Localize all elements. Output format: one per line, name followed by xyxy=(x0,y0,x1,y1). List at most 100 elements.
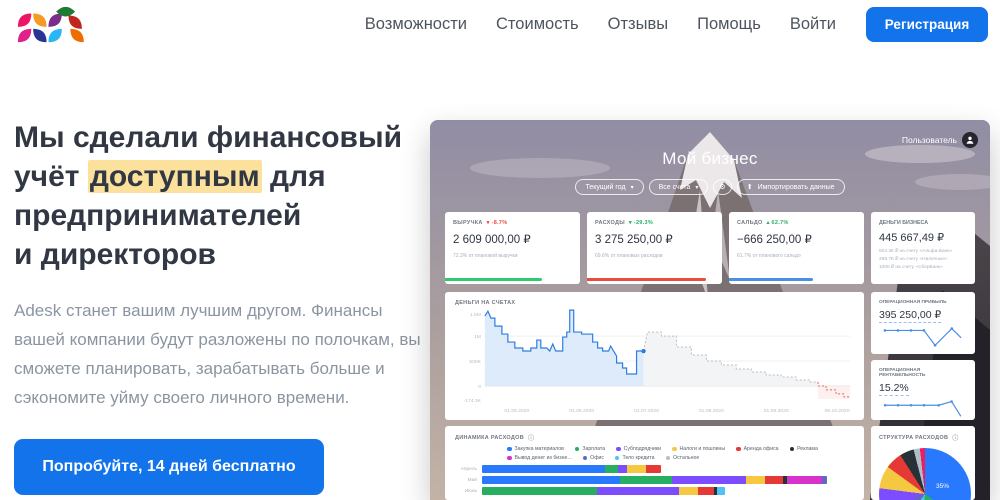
legend-item: Вывод денег из бизне... xyxy=(507,455,572,461)
svg-text:06.10.2020: 06.10.2020 xyxy=(825,408,850,414)
legend-dot-icon xyxy=(736,446,741,452)
legend-dot-icon xyxy=(507,446,512,452)
period-select-value: Текущий год xyxy=(585,183,626,191)
operating-profit-card: ОПЕРАЦИОННАЯ ПРИБЫЛЬ 395 250,00 ₽ xyxy=(871,292,975,354)
card-label: ДЕНЬГИ БИЗНЕСА xyxy=(879,220,929,226)
kpi-progress-bar xyxy=(729,277,813,281)
stacked-bar xyxy=(482,465,854,473)
svg-text:1M: 1M xyxy=(474,334,481,340)
kpi-row: ВЫРУЧКА ▾ -8.7% 2 609 000,00 ₽ 72.3% от … xyxy=(445,212,864,284)
bar-segment xyxy=(822,476,827,484)
bar-segment xyxy=(717,487,725,495)
legend-item: Тело кредита xyxy=(614,455,655,461)
user-label: Пользователь xyxy=(901,135,957,145)
bar-segment xyxy=(679,487,698,495)
info-icon: ⓘ xyxy=(528,436,535,442)
kpi-subtitle: 69.6% от плановых расходов xyxy=(595,253,663,259)
kpi-progress-bar xyxy=(445,277,543,281)
accounts-select-value: Все счета xyxy=(658,183,691,191)
svg-text:01.07.2020: 01.07.2020 xyxy=(634,408,659,414)
account-line: 1000 ₽ на счету «СберБанк» xyxy=(879,265,943,270)
adesk-logo-icon[interactable] xyxy=(14,4,102,46)
nav-item-help[interactable]: Помощь xyxy=(697,15,761,34)
stacked-bar-row: Апрель xyxy=(455,465,854,473)
card-value: 395 250,00 ₽ xyxy=(879,309,942,323)
card-value: 445 667,49 ₽ xyxy=(879,232,945,244)
svg-text:01.06.2020: 01.06.2020 xyxy=(569,408,594,414)
legend-item: Аренда офиса xyxy=(736,446,779,452)
bar-segment xyxy=(617,465,628,473)
svg-text:500K: 500K xyxy=(469,359,481,365)
svg-text:01.09.2020: 01.09.2020 xyxy=(764,408,789,414)
arrow-down-icon: ▾ xyxy=(486,220,490,226)
title-line1: Мы сделали финансовый xyxy=(14,121,403,154)
legend-dot-icon xyxy=(574,446,580,452)
account-line: 503.3К ₽ на счету «Альфа-Банк» xyxy=(879,249,953,254)
legend-dot-icon xyxy=(672,446,677,452)
user-menu: Пользователь xyxy=(902,132,978,148)
bar-segment xyxy=(597,487,680,495)
kpi-change: ▾ -29.3% xyxy=(628,220,654,226)
account-line: 269.7К ₽ на счету «Наличные» xyxy=(879,257,948,262)
kpi-label: РАСХОДЫ xyxy=(595,220,625,226)
kpi-card-revenue: ВЫРУЧКА ▾ -8.7% 2 609 000,00 ₽ 72.3% от … xyxy=(445,212,580,284)
stacked-bar-row: Май xyxy=(455,476,854,484)
svg-text:01.05.2020: 01.05.2020 xyxy=(504,408,529,414)
legend-dot-icon xyxy=(789,446,795,452)
sparkline-chart xyxy=(883,400,962,417)
upload-icon: ⬆ xyxy=(746,184,753,191)
kpi-card-expenses: РАСХОДЫ ▾ -29.3% 3 275 250,00 ₽ 69.6% от… xyxy=(587,212,722,284)
kpi-label: ВЫРУЧКА xyxy=(453,220,483,226)
hero-description: Adesk станет вашим лучшим другом. Финанс… xyxy=(14,301,421,407)
try-free-button[interactable]: Попробуйте, 14 дней бесплатно xyxy=(14,439,324,495)
nav-links: Возможности Стоимость Отзывы Помощь Войт… xyxy=(365,15,836,34)
pie-chart: 35% xyxy=(879,448,971,500)
bar-segment xyxy=(627,465,646,473)
business-money-card: ДЕНЬГИ БИЗНЕСА 445 667,49 ₽ 503.3К ₽ на … xyxy=(871,212,975,284)
kpi-value: 3 275 250,00 ₽ xyxy=(595,234,673,246)
bar-segment xyxy=(671,476,747,484)
expenses-structure-card: СТРУКТУРА РАСХОДОВ ⓘ 35% xyxy=(871,426,975,500)
expenses-dynamics-card: ДИНАМИКА РАСХОДОВ ⓘ Закупка материалов За… xyxy=(445,426,864,500)
dashboard-filters: Текущий год ▾ Все счета ▾ ⚙ ⬆ Импортиров… xyxy=(430,179,990,195)
legend-dot-icon xyxy=(614,455,620,461)
bar-segment xyxy=(764,476,784,484)
card-label: ОПЕРАЦИОННАЯ РЕНТАБЕЛЬНОСТЬ xyxy=(879,368,926,378)
bar-segment xyxy=(482,465,605,473)
dashboard-screenshot: Пользователь Мой бизнес Текущий год ▾ Вс… xyxy=(430,120,990,500)
title-line2-post: для xyxy=(261,160,326,193)
top-nav: Возможности Стоимость Отзывы Помощь Войт… xyxy=(0,0,1000,48)
nav-item-pricing[interactable]: Стоимость xyxy=(496,15,579,34)
bar-segment xyxy=(482,476,620,484)
legend-item: Налоги и пошлины xyxy=(672,446,725,452)
stacked-bar xyxy=(482,487,854,495)
bar-segment xyxy=(604,465,618,473)
dashboard-title: Мой бизнес xyxy=(662,149,758,168)
svg-text:-174.3K: -174.3K xyxy=(464,398,482,404)
legend-dot-icon xyxy=(582,455,588,461)
title-line3: предпринимателей xyxy=(14,199,302,232)
structure-pie xyxy=(879,448,971,500)
stacked-bar xyxy=(482,476,854,484)
line-chart: 1.6M 1M 500K 0 -174.3K 01.05.2020 01.06.… xyxy=(464,309,852,414)
svg-text:1.6M: 1.6M xyxy=(470,312,481,318)
arrow-up-icon: ▴ xyxy=(766,220,770,226)
nav-item-login[interactable]: Войти xyxy=(790,15,836,34)
nav-item-features[interactable]: Возможности xyxy=(365,15,467,34)
kpi-value: −666 250,00 ₽ xyxy=(737,234,812,246)
period-select: Текущий год ▾ xyxy=(575,179,644,195)
title-line2-pre: учёт xyxy=(14,160,88,193)
settings-button: ⚙ xyxy=(713,179,732,195)
legend-dot-icon xyxy=(507,455,512,461)
signup-button[interactable]: Регистрация xyxy=(866,6,988,42)
title-line4: и директоров xyxy=(14,238,217,271)
nav-item-reviews[interactable]: Отзывы xyxy=(608,15,668,34)
legend-dot-icon xyxy=(665,455,671,461)
bar-row-label: Май xyxy=(467,477,477,483)
legend-item: Субподрядчики xyxy=(616,446,661,452)
legend-dot-icon xyxy=(616,446,621,452)
accounts-select: Все счета ▾ xyxy=(648,179,709,195)
info-icon: ⓘ xyxy=(952,436,959,442)
kpi-subtitle: 72.3% от плановой выручки xyxy=(453,253,518,259)
bar-segment xyxy=(697,487,715,495)
